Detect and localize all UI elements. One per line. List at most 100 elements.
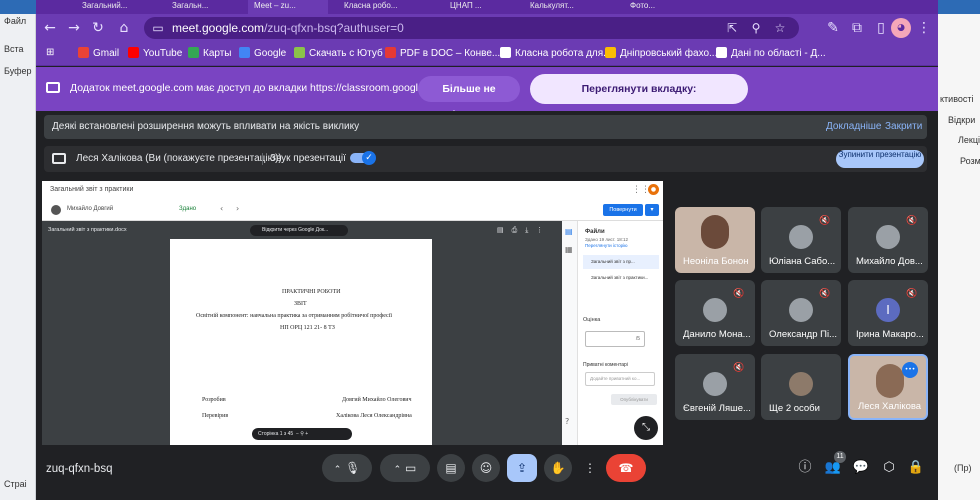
profile-avatar[interactable]: ◕	[891, 18, 911, 38]
page-navigator[interactable]: Сторінка 1 з 45 − ⚲ +	[252, 428, 352, 440]
account-avatar[interactable]: ●	[648, 184, 659, 195]
expand-fab-icon[interactable]: ⤡	[634, 416, 658, 440]
participant-tile[interactable]: 🔇 Євгеній Ляше...	[675, 354, 755, 420]
stop-presenting-button[interactable]: Зупинити презентацію	[836, 150, 924, 168]
stop-sharing-button[interactable]: Більше не ділитися	[418, 76, 520, 121]
download-icon	[294, 47, 305, 58]
bookmark-maps[interactable]: Карты	[188, 47, 232, 59]
camera-button[interactable]: ⌃ ▭	[380, 454, 430, 482]
prev-student-icon[interactable]: ‹	[220, 204, 223, 213]
publish-button[interactable]: Опублікувати	[611, 394, 657, 405]
participant-tile[interactable]: 🔇 Михайло Дов...	[848, 207, 928, 273]
view-tab-button[interactable]: Переглянути вкладку: classroom.google.co…	[530, 74, 748, 125]
files-tab-icon[interactable]: ▤	[565, 227, 573, 236]
bg-label: (Пр)	[954, 463, 972, 473]
host-controls-icon[interactable]: 🔒	[905, 457, 927, 479]
browser-tab[interactable]: Калькулят...	[524, 0, 614, 14]
address-bar[interactable]: ▭ meet.google.com/zuq-qfxn-bsq?authuser=…	[144, 17, 799, 39]
browser-tab[interactable]: Класна робо...	[338, 0, 434, 14]
bookmark-classwork[interactable]: Класна робота для...	[500, 47, 612, 59]
tab-strip: Загальний... Загальн... Meet – zu... Кла…	[36, 0, 938, 14]
browser-tab[interactable]: Загальний...	[76, 0, 156, 14]
side-panel-icon[interactable]: ▯	[871, 18, 891, 38]
mic-button[interactable]: ⌃ 🎙	[322, 454, 372, 482]
info-icon[interactable]: ⓘ	[794, 457, 816, 479]
viewer-tools[interactable]: ▤⎙⤓⋮	[497, 226, 551, 235]
participant-tile[interactable]: 🔇 Олександр Пі...	[761, 280, 841, 346]
classroom-header: Загальний звіт з практики ⋮⋮ ● Михайло Д…	[42, 181, 663, 221]
meeting-code: zuq-qfxn-bsq	[46, 463, 113, 475]
bookmark-pdf-doc[interactable]: PDF в DOC – Конве...	[385, 47, 500, 59]
site-info-icon[interactable]: ▭	[148, 18, 168, 38]
bookmark-star-icon[interactable]: ☆	[770, 18, 790, 38]
raise-hand-button[interactable]: ✋	[544, 454, 572, 482]
file-item-selected[interactable]: Загальний звіт з пр...	[583, 255, 659, 269]
divider	[262, 153, 263, 165]
open-in-window-icon[interactable]: ⇱	[722, 18, 742, 38]
chevron-up-icon[interactable]: ⌃	[334, 465, 342, 475]
signoff-name: Довгий Михайло Олегович	[342, 397, 412, 403]
reload-icon[interactable]: ↻	[88, 18, 108, 38]
apps-grid-icon[interactable]: ⊞	[46, 47, 54, 58]
reactions-button[interactable]: ☺	[472, 454, 500, 482]
bookmark-gmail[interactable]: Gmail	[78, 47, 119, 59]
comment-input[interactable]: Додайте приватний ко...	[585, 372, 655, 386]
activities-icon[interactable]: ⬡	[878, 457, 900, 479]
submission-status[interactable]: Здано	[179, 206, 196, 212]
participant-tile[interactable]: Неоніла Бонон	[675, 207, 755, 273]
details-link[interactable]: Докладніше	[826, 121, 882, 132]
captions-button[interactable]: ▤	[437, 454, 465, 482]
muted-mic-icon: 🔇	[906, 289, 918, 299]
return-dropdown-icon[interactable]: ▾	[645, 204, 659, 216]
document-title: Загальний звіт з практики	[50, 186, 134, 193]
help-icon[interactable]: ?	[565, 417, 569, 426]
browser-tab[interactable]: ЦНАП ...	[444, 0, 514, 14]
more-options-button[interactable]: ⋮	[579, 454, 601, 482]
forward-icon[interactable]: →	[64, 18, 84, 38]
feather-extension-icon[interactable]: ✎	[823, 18, 843, 38]
leave-call-button[interactable]: ☎	[606, 454, 646, 482]
chat-icon[interactable]: 💬	[850, 457, 872, 479]
participant-tile[interactable]: ••• Леся Халікова	[848, 354, 928, 420]
signoff-name: Халікова Леся Олександрівна	[336, 413, 412, 419]
participant-video	[701, 215, 729, 249]
present-button[interactable]: ⇪	[507, 454, 537, 482]
tab-sharing-infobar: Додаток meet.google.com має доступ до вк…	[36, 67, 938, 125]
participant-tile[interactable]: Ще 2 особи	[761, 354, 841, 420]
grade-input[interactable]: /5	[585, 331, 645, 347]
file-item-label[interactable]: Загальний звіт з практики...	[591, 275, 648, 280]
google-icon	[239, 47, 250, 58]
background-left-panel: Файл Вста Буфер Страі	[0, 14, 36, 500]
viewer-file-name: Загальний звіт з практики.docx	[48, 227, 127, 233]
hang-up-icon: ☎	[618, 461, 634, 475]
bg-label: Страі	[4, 479, 27, 489]
home-icon[interactable]: ⌂	[114, 18, 134, 38]
browser-tab[interactable]: Загальн...	[166, 0, 238, 14]
bookmark-youtube[interactable]: YouTube	[128, 47, 182, 59]
bookmark-youtube-download[interactable]: Скачать с Ютуб	[294, 47, 383, 59]
menu-kebab-icon[interactable]: ⋮	[914, 18, 934, 38]
extensions-icon[interactable]: ⧉	[847, 18, 867, 38]
close-link[interactable]: Закрити	[885, 121, 922, 132]
participant-tile[interactable]: 🔇 Данило Мона...	[675, 280, 755, 346]
chevron-up-icon[interactable]: ⌃	[394, 465, 402, 475]
browser-tab-active[interactable]: Meet – zu...	[248, 0, 328, 14]
rubric-tab-icon[interactable]: ▦	[565, 245, 573, 254]
zoom-icon[interactable]: ⚲	[746, 18, 766, 38]
open-with-button[interactable]: Відкрити через Google Док...	[250, 225, 348, 236]
bookmark-region-data[interactable]: Дані по області - Д...	[716, 47, 826, 59]
presentation-audio-toggle[interactable]: ✓	[350, 151, 376, 165]
maps-icon	[188, 47, 199, 58]
next-student-icon[interactable]: ›	[236, 204, 239, 213]
bookmark-college[interactable]: Дніпровський фахо...	[605, 47, 717, 59]
bookmark-google[interactable]: Google	[239, 47, 286, 59]
browser-tab[interactable]: Фото...	[624, 0, 694, 14]
history-link[interactable]: Переглянути історію	[585, 243, 628, 248]
participant-tile[interactable]: І 🔇 Ірина Макаро...	[848, 280, 928, 346]
participant-tile[interactable]: 🔇 Юліана Сабо...	[761, 207, 841, 273]
back-icon[interactable]: ←	[40, 18, 60, 38]
return-button[interactable]: Повернути	[603, 204, 643, 216]
muted-mic-icon: 🔇	[906, 216, 918, 226]
sharing-message: Додаток meet.google.com має доступ до вк…	[70, 82, 447, 94]
pager-text: Сторінка 1 з 45	[258, 431, 294, 437]
